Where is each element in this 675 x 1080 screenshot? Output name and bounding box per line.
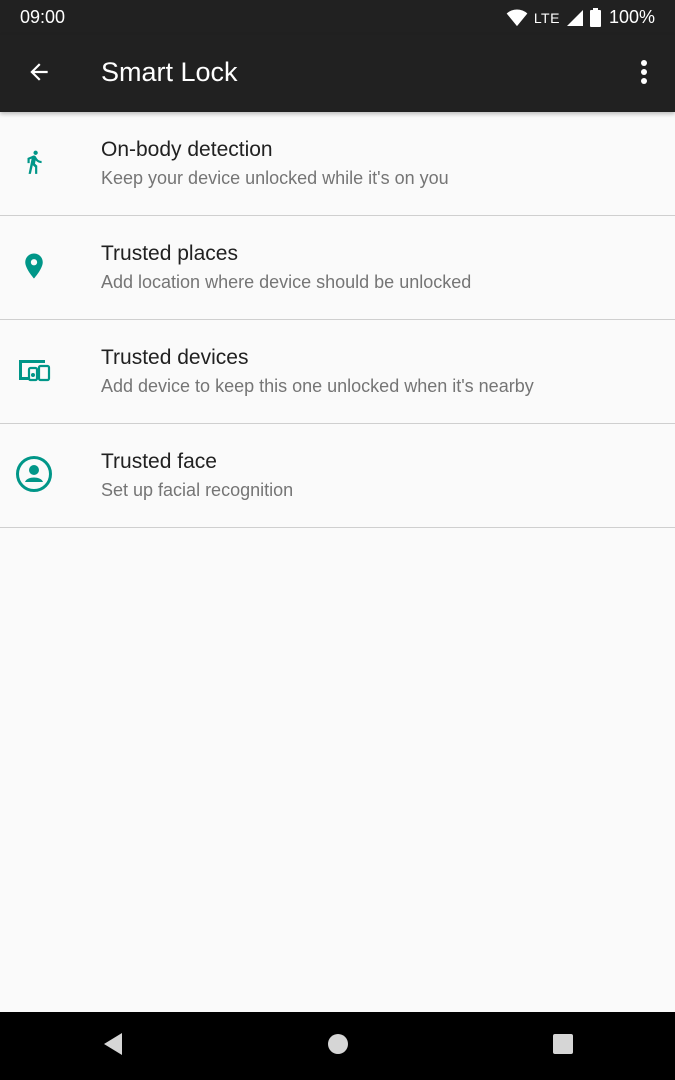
item-subtitle: Add device to keep this one unlocked whe… — [101, 376, 534, 396]
item-title: On-body detection — [101, 138, 273, 161]
battery-level: 100% — [608, 7, 655, 27]
devices-icon — [14, 350, 54, 390]
nav-recents-icon — [552, 1033, 574, 1060]
list-item-trusted-devices[interactable]: Trusted devices Add device to keep this … — [0, 320, 675, 424]
nav-home-icon — [327, 1033, 349, 1060]
item-subtitle: Keep your device unlocked while it's on … — [101, 168, 449, 188]
overflow-menu-button[interactable] — [627, 49, 661, 99]
list-item-trusted-face[interactable]: Trusted face Set up facial recognition — [0, 424, 675, 528]
wifi-icon — [506, 8, 528, 27]
back-button[interactable] — [14, 49, 64, 99]
item-title: Trusted face — [101, 450, 217, 473]
list-item-on-body-detection[interactable]: On-body detection Keep your device unloc… — [0, 112, 675, 216]
nav-back-icon — [102, 1032, 124, 1061]
location-pin-icon — [14, 246, 54, 286]
status-time: 09:00 — [20, 7, 66, 27]
battery-icon — [589, 8, 601, 27]
smart-lock-options-list: On-body detection Keep your device unloc… — [0, 112, 675, 528]
more-vert-icon — [640, 59, 648, 90]
walking-person-icon — [14, 142, 54, 182]
nav-back-button[interactable] — [83, 1016, 143, 1076]
system-navigation-bar — [0, 1012, 675, 1080]
network-type: LTE — [533, 9, 560, 26]
item-title: Trusted places — [101, 242, 238, 265]
item-subtitle: Set up facial recognition — [101, 480, 294, 500]
item-title: Trusted devices — [101, 346, 249, 369]
cell-signal-icon — [566, 9, 584, 27]
nav-recents-button[interactable] — [533, 1016, 593, 1076]
app-bar: Smart Lock — [0, 35, 675, 112]
page-title: Smart Lock — [101, 57, 238, 87]
face-icon — [14, 454, 54, 494]
status-bar: 09:00 LTE 100% — [0, 0, 675, 35]
list-item-trusted-places[interactable]: Trusted places Add location where device… — [0, 216, 675, 320]
nav-home-button[interactable] — [308, 1016, 368, 1076]
status-icons: LTE 100% — [506, 7, 655, 28]
arrow-back-icon — [26, 59, 52, 90]
item-subtitle: Add location where device should be unlo… — [101, 272, 472, 292]
